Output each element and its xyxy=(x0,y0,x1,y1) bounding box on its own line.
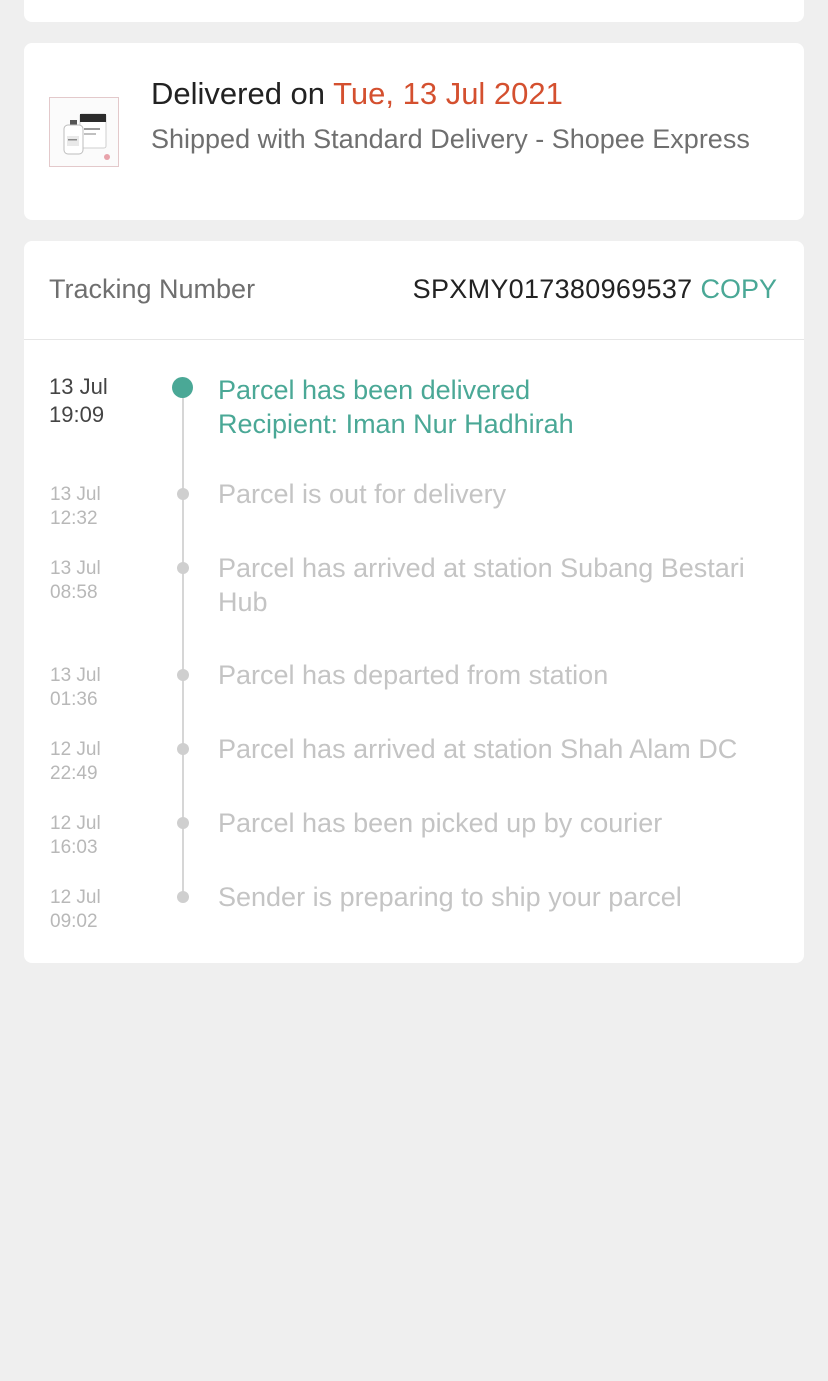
event-timestamp: 13 Jul 01:36 xyxy=(50,664,140,712)
event-timestamp: 13 Jul 08:58 xyxy=(50,557,140,605)
event-description: Parcel is out for delivery xyxy=(218,479,507,509)
timeline-dot xyxy=(177,669,189,681)
event-recipient: Recipient: Iman Nur Hadhirah xyxy=(218,409,574,439)
event-date: 12 Jul xyxy=(50,813,101,834)
event-timestamp: 12 Jul 22:49 xyxy=(50,738,140,786)
timeline-dot xyxy=(177,562,189,574)
event-description: Sender is preparing to ship your parcel xyxy=(218,882,682,912)
event-date: 12 Jul xyxy=(50,739,101,760)
event-timestamp: 13 Jul 19:09 xyxy=(49,373,139,429)
event-date: 12 Jul xyxy=(50,887,101,908)
previous-card xyxy=(24,0,804,22)
event-time: 16:03 xyxy=(50,837,98,858)
tracking-number-value: SPXMY017380969537 xyxy=(412,274,693,304)
event-description: Parcel has arrived at station Shah Alam … xyxy=(218,734,738,764)
delivered-prefix: Delivered on xyxy=(151,76,334,111)
event-description: Parcel has departed from station xyxy=(218,660,609,690)
timeline-dot xyxy=(177,891,189,903)
tracking-number-label: Tracking Number xyxy=(49,274,256,304)
event-description: Parcel has been picked up by courier xyxy=(218,808,663,838)
event-date: 13 Jul xyxy=(49,374,108,399)
event-time: 19:09 xyxy=(49,402,105,427)
timeline-dot-active xyxy=(172,377,193,398)
event-timestamp: 12 Jul 09:02 xyxy=(50,886,140,934)
event-date: 13 Jul xyxy=(50,665,101,686)
timeline-dot xyxy=(177,743,189,755)
timeline-dot xyxy=(177,488,189,500)
event-status: Parcel has been delivered xyxy=(218,375,531,405)
copy-button[interactable]: COPY xyxy=(700,274,777,304)
event-time: 12:32 xyxy=(50,508,98,529)
tracking-header: Tracking Number SPXMY017380969537 COPY xyxy=(24,241,804,340)
product-thumbnail[interactable] xyxy=(49,97,119,167)
tracking-number-row: SPXMY017380969537 COPY xyxy=(413,274,777,305)
tracking-card: Tracking Number SPXMY017380969537 COPY 13… xyxy=(24,241,804,963)
delivery-status-card: Delivered on Tue, 13 Jul 2021 Shipped wi… xyxy=(24,43,804,220)
event-date: 13 Jul xyxy=(50,558,101,579)
event-timestamp: 13 Jul 12:32 xyxy=(50,483,140,531)
product-bottle-image xyxy=(50,98,118,166)
event-description: Parcel has arrived at station Subang Bes… xyxy=(218,553,745,617)
event-timestamp: 12 Jul 16:03 xyxy=(50,812,140,860)
event-date: 13 Jul xyxy=(50,484,101,505)
event-time: 09:02 xyxy=(50,911,98,932)
delivered-headline: Delivered on Tue, 13 Jul 2021 xyxy=(151,76,563,112)
shipping-info: Shipped with Standard Delivery - Shopee … xyxy=(151,124,750,154)
timeline-dot xyxy=(177,817,189,829)
event-time: 01:36 xyxy=(50,689,98,710)
delivered-date: Tue, 13 Jul 2021 xyxy=(333,76,563,111)
event-description: Parcel has been delivered Recipient: Ima… xyxy=(218,373,788,441)
event-time: 08:58 xyxy=(50,582,98,603)
event-time: 22:49 xyxy=(50,763,98,784)
